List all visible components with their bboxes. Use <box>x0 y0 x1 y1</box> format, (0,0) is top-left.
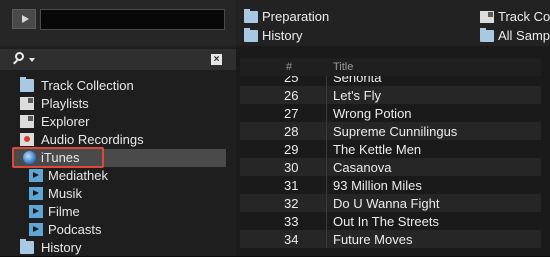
tree-item-track-collection[interactable]: Track Collection <box>12 77 226 95</box>
column-divider <box>326 122 327 140</box>
column-divider <box>326 212 327 230</box>
favorite-label: History <box>262 28 303 43</box>
tree-item-mediathek[interactable]: Mediathek <box>12 167 226 185</box>
tree-item-itunes[interactable]: iTunes <box>12 147 226 168</box>
column-divider <box>326 104 327 122</box>
track-title: Future Moves <box>333 232 413 247</box>
tree-item-label: Filme <box>48 204 80 219</box>
favorite-label: Preparation <box>262 9 330 24</box>
column-divider <box>326 86 327 104</box>
audio-recordings-icon <box>20 133 34 146</box>
search-input[interactable] <box>40 51 200 67</box>
column-divider <box>326 194 327 212</box>
folder-icon <box>244 28 258 42</box>
tree-item-filme[interactable]: Filme <box>12 203 226 221</box>
play-icon <box>29 223 43 236</box>
folder-icon <box>244 9 258 23</box>
track-table: 25 Senorita 26 Let's Fly 27 Wrong Potion 28… <box>240 76 550 256</box>
tree-item-label: Playlists <box>41 96 89 111</box>
track-title: 93 Million Miles <box>333 178 422 193</box>
track-number: 32 <box>284 196 299 211</box>
browser-left-panel: × Track Collection Playlists Explorer Au… <box>0 0 236 256</box>
track-title: Senorita <box>333 76 382 85</box>
folder-icon <box>20 239 34 254</box>
favorite-track-collection[interactable]: Track Co <box>476 8 550 26</box>
search-icon[interactable] <box>15 52 24 61</box>
column-divider <box>326 76 327 86</box>
track-number: 33 <box>284 214 299 229</box>
tree-item-musik[interactable]: Musik <box>12 185 226 203</box>
track-number: 29 <box>284 142 299 157</box>
track-table-header: # Title <box>240 58 550 76</box>
explorer-icon <box>20 115 34 128</box>
search-bar: × <box>0 49 236 70</box>
track-number: 25 <box>284 76 299 85</box>
chevron-down-icon[interactable] <box>29 58 35 62</box>
column-divider <box>326 140 327 158</box>
table-row[interactable]: 34 Future Moves <box>240 230 550 248</box>
table-row[interactable]: 32 Do U Wanna Fight <box>240 194 550 212</box>
tree-item-label: History <box>41 240 82 255</box>
track-title: Casanova <box>333 160 392 175</box>
column-divider <box>326 158 327 176</box>
favorite-label: Track Co <box>498 9 550 24</box>
track-title: Wrong Potion <box>333 106 412 121</box>
preview-track-field <box>40 9 225 30</box>
table-row[interactable]: 27 Wrong Potion <box>240 104 550 122</box>
favorite-label: All Samp <box>498 28 550 43</box>
column-divider <box>326 176 327 194</box>
preview-play-button[interactable] <box>12 9 36 29</box>
column-divider <box>326 230 327 248</box>
track-title: The Kettle Men <box>333 142 422 157</box>
play-icon <box>29 187 43 200</box>
track-title: Do U Wanna Fight <box>333 196 440 211</box>
tree-item-history[interactable]: History <box>12 239 226 257</box>
clear-icon[interactable]: × <box>211 54 222 65</box>
column-header-title[interactable]: Title <box>333 61 353 73</box>
tree-item-label: Musik <box>48 186 82 201</box>
track-number: 26 <box>284 88 299 103</box>
track-number: 27 <box>284 106 299 121</box>
tree-item-label: Track Collection <box>41 78 134 93</box>
table-row[interactable]: 28 Supreme Cunnilingus <box>240 122 550 140</box>
playlist-icon <box>20 97 34 110</box>
table-row[interactable]: 26 Let's Fly <box>240 86 550 104</box>
track-title: Supreme Cunnilingus <box>333 124 458 139</box>
folder-icon <box>20 77 34 92</box>
favorite-all-samples[interactable]: All Samp <box>476 27 550 45</box>
folder-icon <box>480 28 494 42</box>
preview-player <box>0 0 236 46</box>
track-number: 28 <box>284 124 299 139</box>
tree-item-label: Podcasts <box>48 222 102 237</box>
tree-item-explorer[interactable]: Explorer <box>12 113 226 131</box>
table-row[interactable]: 33 Out In The Streets <box>240 212 550 230</box>
tree-item-playlists[interactable]: Playlists <box>12 95 226 113</box>
favorites-bar: Preparation History Track Co All Samp <box>236 0 550 46</box>
column-header-number[interactable]: # <box>286 61 292 73</box>
table-row[interactable]: 25 Senorita <box>240 76 550 86</box>
track-number: 31 <box>284 178 299 193</box>
tree-item-label: Audio Recordings <box>41 132 144 147</box>
tree-item-label: Explorer <box>41 114 90 129</box>
favorite-preparation[interactable]: Preparation <box>240 8 420 26</box>
tree-item-podcasts[interactable]: Podcasts <box>12 221 226 239</box>
table-row[interactable]: 31 93 Million Miles <box>240 176 550 194</box>
track-title: Let's Fly <box>333 88 381 103</box>
table-scrollbar[interactable] <box>541 58 550 256</box>
favorite-history[interactable]: History <box>240 27 420 45</box>
table-row[interactable]: 30 Casanova <box>240 158 550 176</box>
list-icon <box>480 11 494 23</box>
track-number: 34 <box>284 232 299 247</box>
tree-item-label: Mediathek <box>48 168 108 183</box>
play-icon <box>29 205 43 218</box>
track-number: 30 <box>284 160 299 175</box>
selection-highlight <box>12 147 104 168</box>
table-row[interactable]: 29 The Kettle Men <box>240 140 550 158</box>
play-icon <box>29 169 43 182</box>
track-title: Out In The Streets <box>333 214 439 229</box>
